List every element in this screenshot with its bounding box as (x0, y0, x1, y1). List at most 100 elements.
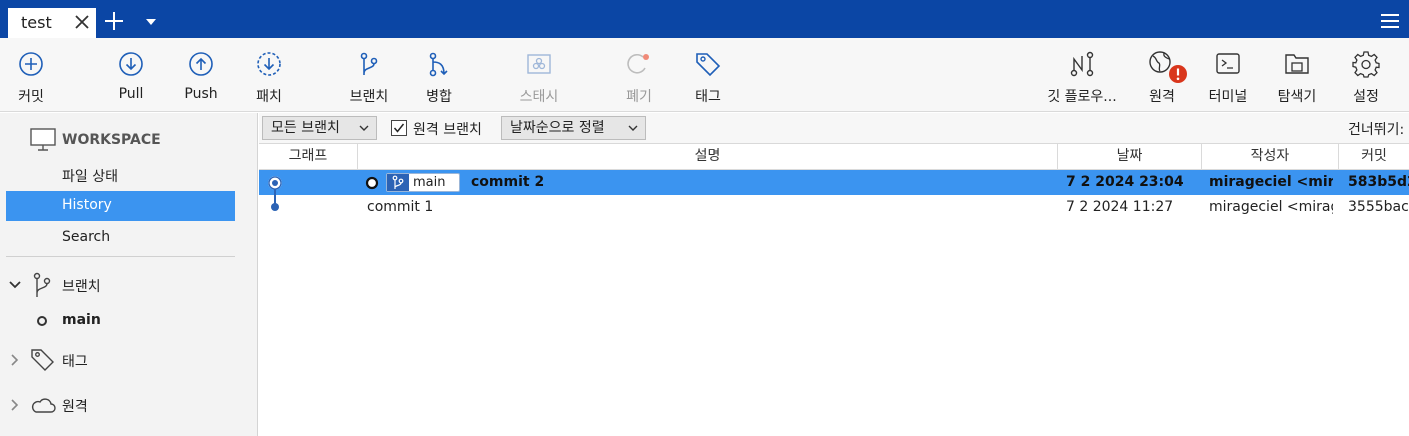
branches-header-label: 브랜치 (62, 279, 101, 295)
hamburger-menu-icon[interactable] (1380, 13, 1400, 29)
chevron-right-icon (11, 354, 19, 366)
remote-button[interactable]: 원격 (1136, 38, 1188, 112)
discard-button[interactable]: 폐기 (613, 38, 665, 112)
column-header-description[interactable]: 설명 (358, 144, 1058, 170)
branch-ref-text: main (413, 175, 446, 190)
terminal-button[interactable]: 터미널 (1200, 38, 1256, 112)
sidebar: WORKSPACE 파일 상태 History Search 브랜치 main (0, 113, 258, 436)
workspace-header[interactable]: WORKSPACE (0, 125, 258, 155)
column-header-date[interactable]: 날짜 (1058, 144, 1202, 170)
tags-header[interactable]: 태그 (0, 345, 258, 375)
current-branch-icon (37, 316, 47, 326)
git-flow-button[interactable]: 깃 플로우... (1037, 38, 1127, 112)
branch-label: 브랜치 (349, 89, 389, 105)
branch-filter-value: 모든 브랜치 (271, 120, 340, 136)
repo-tab[interactable]: test (8, 8, 96, 38)
column-header-graph[interactable]: 그래프 (259, 144, 358, 170)
patch-icon (257, 52, 281, 76)
commit-author: mirageciel <mirag (1209, 174, 1333, 190)
patch-label: 패치 (256, 89, 282, 105)
remote-branches-label: 원격 브랜치 (413, 122, 482, 138)
remotes-header-label: 원격 (62, 399, 88, 415)
tag-icon (696, 53, 721, 77)
sidebar-item-search[interactable]: Search (0, 223, 258, 253)
discard-label: 폐기 (626, 89, 652, 105)
commit-date: 7 2 2024 23:04 (1066, 174, 1184, 190)
git-flow-icon (1070, 51, 1094, 77)
sidebar-item-label: History (62, 197, 112, 213)
stash-label: 스태시 (519, 89, 559, 105)
sort-order-dropdown[interactable]: 날짜순으로 정렬 (501, 116, 646, 140)
remote-label: 원격 (1149, 89, 1175, 105)
tags-header-label: 태그 (62, 354, 88, 370)
branch-button[interactable]: 브랜치 (338, 38, 400, 112)
pull-label: Pull (118, 86, 144, 102)
chevron-right-icon (11, 399, 19, 411)
workspace-header-label: WORKSPACE (62, 132, 161, 148)
tab-label: test (21, 13, 52, 32)
terminal-label: 터미널 (1208, 89, 1248, 105)
patch-button[interactable]: 패치 (243, 38, 295, 112)
tag-icon (31, 349, 54, 371)
folder-icon (1285, 54, 1309, 74)
sidebar-item-history[interactable]: History (6, 191, 235, 221)
branch-icon (33, 272, 51, 297)
table-row[interactable]: main commit 2 7 2 2024 23:04 mirageciel … (259, 170, 1409, 195)
remotes-header[interactable]: 원격 (0, 390, 258, 420)
remote-branches-checkbox[interactable] (391, 120, 407, 136)
settings-label: 설정 (1353, 89, 1379, 105)
merge-button[interactable]: 병합 (413, 38, 465, 112)
add-tab-icon[interactable] (104, 11, 124, 31)
sidebar-branch-main[interactable]: main (0, 306, 258, 336)
title-bar: test (0, 0, 1409, 38)
close-icon[interactable] (72, 11, 92, 33)
chevron-down-icon (359, 125, 369, 131)
plus-circle-icon (19, 52, 43, 76)
branch-icon (360, 52, 378, 75)
history-filter-bar: 모든 브랜치 원격 브랜치 날짜순으로 정렬 건너뛰기: (259, 113, 1409, 144)
chevron-down-icon (9, 281, 21, 289)
stash-icon (527, 54, 551, 74)
chevron-down-icon (628, 125, 638, 131)
sidebar-item-label: Search (62, 229, 111, 245)
chevron-down-icon[interactable] (145, 18, 157, 26)
commit-label: 커밋 (18, 89, 44, 105)
explorer-label: 탐색기 (1277, 89, 1317, 105)
monitor-icon (30, 128, 56, 151)
commit-author: mirageciel <mirag (1209, 199, 1333, 215)
history-table-header: 그래프 설명 날짜 작성자 커밋 (259, 144, 1409, 170)
column-header-commit[interactable]: 커밋 (1339, 144, 1409, 170)
commit-button[interactable]: 커밋 (0, 38, 62, 112)
sidebar-item-label: 파일 상태 (62, 169, 118, 185)
tag-button[interactable]: 태그 (682, 38, 734, 112)
explorer-button[interactable]: 탐색기 (1268, 38, 1326, 112)
table-row[interactable]: commit 1 7 2 2024 11:27 mirageciel <mira… (259, 195, 1409, 220)
sort-order-value: 날짜순으로 정렬 (510, 120, 605, 136)
skip-label: 건너뛰기: (1348, 122, 1405, 138)
cloud-icon (31, 398, 56, 413)
commit-graph-node-icon (271, 195, 279, 211)
push-button[interactable]: Push (175, 38, 227, 112)
stash-button[interactable]: 스태시 (508, 38, 570, 112)
arrow-down-circle-icon (119, 52, 143, 76)
commit-description: commit 2 (471, 174, 545, 190)
commit-hash: 583b5d2 (1348, 174, 1409, 190)
branch-icon (387, 174, 409, 191)
branches-header[interactable]: 브랜치 (0, 270, 258, 300)
merge-label: 병합 (426, 89, 452, 105)
git-flow-label: 깃 플로우... (1047, 89, 1117, 105)
terminal-icon (1216, 53, 1240, 74)
commit-description: commit 1 (367, 199, 434, 215)
commit-graph-node-icon (268, 176, 282, 195)
commit-date: 7 2 2024 11:27 (1066, 199, 1174, 215)
column-header-author[interactable]: 작성자 (1202, 144, 1339, 170)
toolbar: 커밋 Pull Push 패치 브랜치 병합 스태시 폐기 태그 깃 플로우..… (0, 38, 1409, 112)
settings-button[interactable]: 설정 (1340, 38, 1392, 112)
sidebar-divider (6, 256, 235, 257)
pull-button[interactable]: Pull (105, 38, 157, 112)
branch-filter-dropdown[interactable]: 모든 브랜치 (262, 116, 377, 140)
branch-ref-label[interactable]: main (386, 173, 460, 192)
sidebar-item-file-status[interactable]: 파일 상태 (0, 160, 258, 190)
push-label: Push (184, 86, 218, 102)
current-branch-icon (365, 176, 379, 190)
